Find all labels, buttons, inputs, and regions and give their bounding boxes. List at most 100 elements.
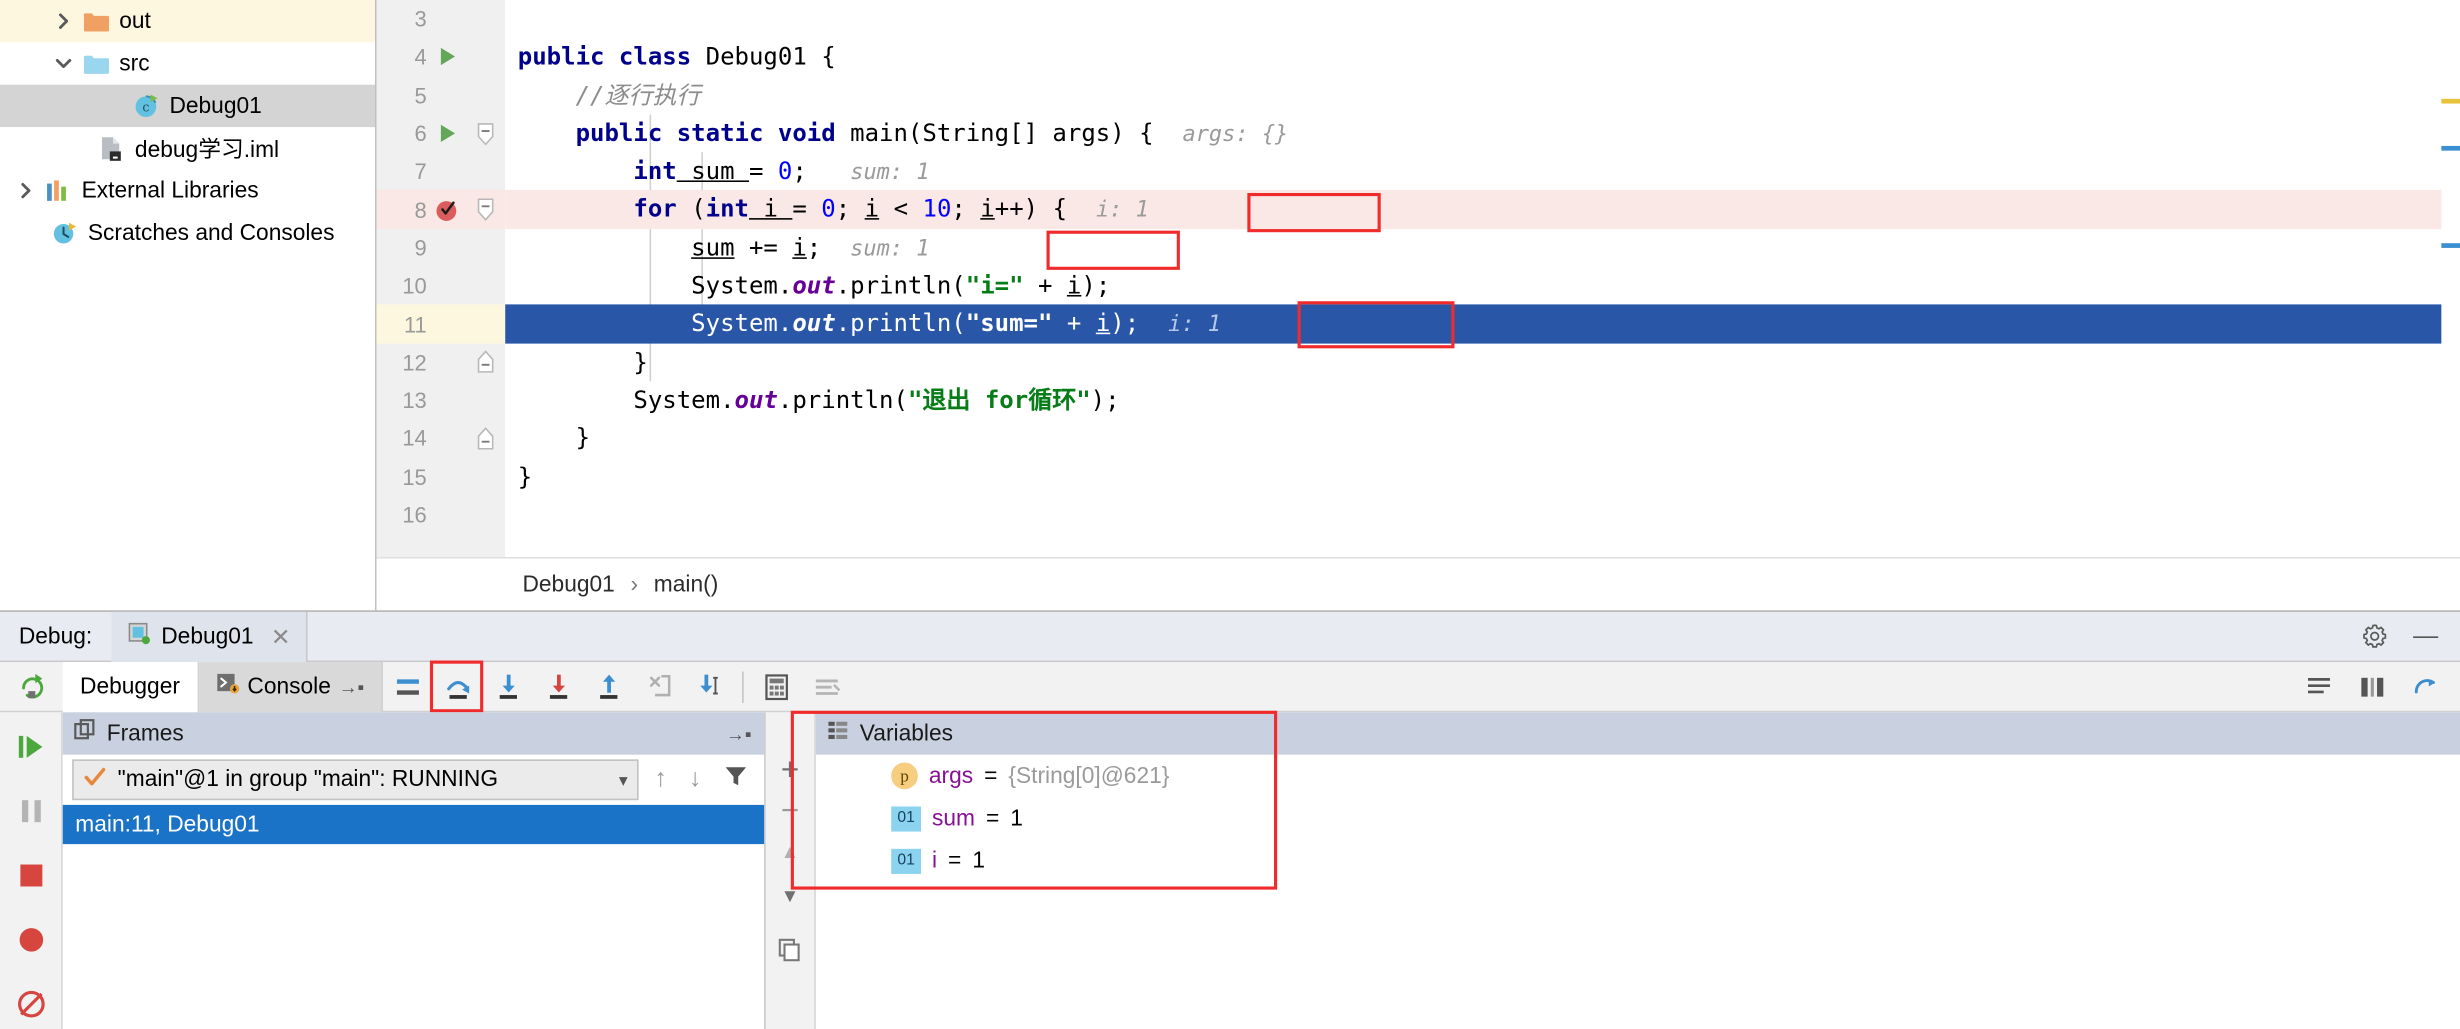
tab-console-label: Console <box>247 674 330 699</box>
tab-debugger[interactable]: Debugger <box>63 661 199 711</box>
field-out: out <box>735 386 778 414</box>
code-line-14[interactable]: } <box>505 419 2460 457</box>
restore-layout-icon[interactable] <box>2347 661 2397 711</box>
mute-breakpoints-button[interactable] <box>802 661 852 711</box>
debug-body: Frames →▪ "main"@1 in group "main": RUNN… <box>0 712 2460 1029</box>
code-line-7[interactable]: int sum = 0; sum: 1 <box>505 152 2460 190</box>
code-line-11-current[interactable]: System.out.println("sum=" + i); i: 1 <box>505 305 2460 343</box>
tab-console[interactable]: Console →▪ <box>199 661 383 711</box>
minimize-icon[interactable]: — <box>2413 623 2438 651</box>
line-number: 3 <box>377 6 427 31</box>
editor-gutter[interactable]: 3 4 5 6 <box>377 0 506 557</box>
force-step-into-button[interactable] <box>534 661 584 711</box>
punct: ; <box>807 233 821 261</box>
code-text[interactable]: public class Debug01 { //逐行执行 public sta… <box>505 0 2460 557</box>
layout-settings-icon[interactable] <box>2294 661 2344 711</box>
tree-item-external-libraries[interactable]: External Libraries <box>0 169 375 211</box>
scroll-up-icon[interactable]: ▲ <box>781 841 800 863</box>
variable-sum: sum <box>691 233 734 261</box>
code-line-16[interactable] <box>505 496 2460 534</box>
frames-pin-icon[interactable]: →▪ <box>726 723 752 745</box>
breadcrumb-method[interactable]: main() <box>654 572 718 597</box>
operator: + <box>1024 272 1067 300</box>
gutter-line: 10 <box>377 267 506 305</box>
java-class-icon: c <box>129 85 164 127</box>
gutter-line: 14 <box>377 419 506 457</box>
step-over-button[interactable] <box>433 661 483 711</box>
chevron-down-icon[interactable] <box>47 42 78 84</box>
code-line-12[interactable]: } <box>505 343 2460 381</box>
close-icon[interactable]: ✕ <box>271 622 291 650</box>
fold-collapse-icon[interactable] <box>468 350 503 374</box>
fold-collapse-icon[interactable] <box>468 198 503 222</box>
fold-collapse-icon[interactable] <box>468 122 503 146</box>
pause-program-button[interactable] <box>4 786 57 835</box>
copy-icon[interactable] <box>778 938 802 969</box>
tree-item-debug01[interactable]: c Debug01 <box>0 85 375 127</box>
editor-marker-strip[interactable] <box>2441 0 2460 557</box>
run-arrow-icon[interactable] <box>427 122 468 144</box>
debug-session-tab[interactable]: Debug01 ✕ <box>111 611 308 661</box>
thread-label: "main"@1 in group "main": RUNNING <box>118 767 498 792</box>
evaluate-expression-button[interactable] <box>752 661 802 711</box>
code-line-13[interactable]: System.out.println("退出 for循环"); <box>505 381 2460 419</box>
step-out-button[interactable] <box>584 661 634 711</box>
gutter-line: 8 <box>377 191 506 229</box>
view-breakpoints-button[interactable] <box>4 916 57 965</box>
tree-item-out[interactable]: out <box>0 0 375 42</box>
parameter-badge-icon: p <box>891 763 918 790</box>
code-line-9[interactable]: sum += i; sum: 1 <box>505 229 2460 267</box>
code-line-3[interactable] <box>505 0 2460 38</box>
thread-status-icon <box>83 765 107 795</box>
code-line-5[interactable]: //逐行执行 <box>505 76 2460 114</box>
code-line-10[interactable]: System.out.println("i=" + i); <box>505 267 2460 305</box>
gear-icon[interactable] <box>2361 623 2388 658</box>
breadcrumb[interactable]: Debug01 › main() <box>377 557 2460 610</box>
show-execution-point-button[interactable] <box>383 661 433 711</box>
field-out: out <box>792 272 835 300</box>
pin-icon[interactable]: →▪ <box>339 675 365 697</box>
resume-program-button[interactable] <box>4 722 57 771</box>
thread-dropdown[interactable]: "main"@1 in group "main": RUNNING ▾ <box>72 759 638 800</box>
breakpoint-icon[interactable] <box>427 197 468 222</box>
variable-row-args[interactable]: p args = {String[0]@621} <box>816 755 2460 797</box>
scroll-down-icon[interactable]: ▼ <box>781 885 800 907</box>
variable-row-sum[interactable]: 01 sum = 1 <box>816 797 2460 839</box>
mute-breakpoints-rail-button[interactable] <box>4 980 57 1029</box>
code-line-8[interactable]: for (int i = 0; i < 10; i++) { i: 1 <box>505 191 2460 229</box>
chevron-down-icon[interactable]: ▾ <box>619 770 628 790</box>
rerun-button[interactable] <box>0 672 63 702</box>
tree-item-src[interactable]: src <box>0 42 375 84</box>
remove-watch-icon[interactable]: − <box>781 803 799 819</box>
help-icon[interactable] <box>2401 661 2451 711</box>
tree-item-iml[interactable]: debug学习.iml <box>0 127 375 169</box>
add-watch-icon[interactable]: + <box>781 759 799 781</box>
breadcrumb-class[interactable]: Debug01 <box>522 572 614 597</box>
line-number: 10 <box>377 273 427 298</box>
code-line-6[interactable]: public static void main(String[] args) {… <box>505 114 2460 152</box>
run-arrow-icon[interactable] <box>427 46 468 68</box>
filter-icon[interactable] <box>717 763 755 796</box>
variable-row-i[interactable]: 01 i = 1 <box>816 839 2460 881</box>
stop-program-button[interactable] <box>4 851 57 900</box>
primitive-badge-icon: 01 <box>891 848 921 873</box>
chevron-right-icon[interactable] <box>9 169 40 211</box>
frame-row-main[interactable]: main:11, Debug01 <box>63 805 764 844</box>
frames-icon <box>74 719 98 749</box>
line-number: 7 <box>377 159 427 184</box>
variable-name: args <box>929 763 973 788</box>
run-to-cursor-button[interactable] <box>684 661 734 711</box>
frame-down-icon[interactable]: ↓ <box>683 766 708 794</box>
chevron-right-icon[interactable] <box>47 0 78 42</box>
step-into-button[interactable] <box>483 661 533 711</box>
drop-frame-button[interactable] <box>634 661 684 711</box>
code-editor[interactable]: 3 4 5 6 <box>377 0 2460 557</box>
fold-collapse-icon[interactable] <box>468 427 503 451</box>
code-line-4[interactable]: public class Debug01 { <box>505 38 2460 76</box>
variable-equals: = <box>984 763 997 788</box>
code-line-15[interactable]: } <box>505 457 2460 495</box>
punct: ; <box>951 195 980 223</box>
tree-item-label: Debug01 <box>163 93 262 118</box>
frame-up-icon[interactable]: ↑ <box>648 766 673 794</box>
tree-item-scratches[interactable]: Scratches and Consoles <box>0 212 375 254</box>
